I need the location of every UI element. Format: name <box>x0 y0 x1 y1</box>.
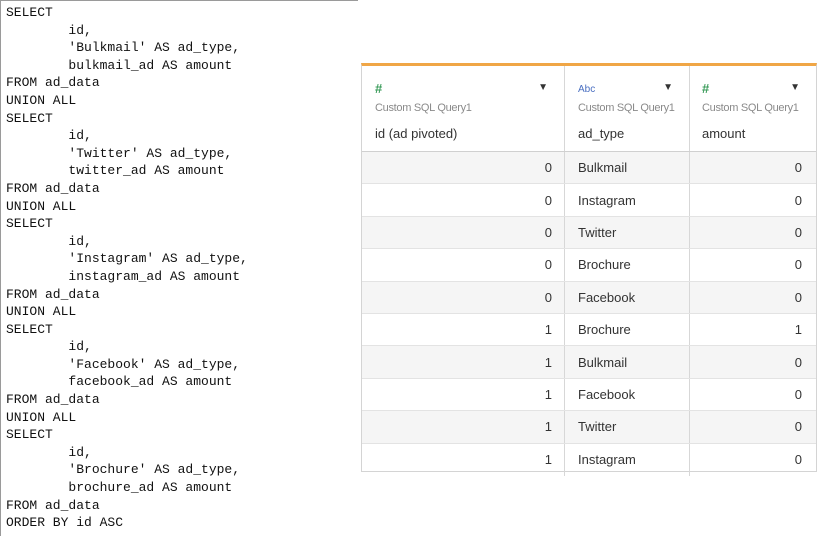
sql-line: instagram_ad AS amount <box>6 268 241 284</box>
dropdown-arrow-icon[interactable]: ▼ <box>790 82 800 93</box>
sql-line: bulkmail_ad AS amount <box>6 57 233 73</box>
sql-line: facebook_ad AS amount <box>6 374 233 390</box>
cell-ad-type: Twitter <box>565 411 690 443</box>
data-grid: # ▼ Custom SQL Query1 id (ad pivoted) Ab… <box>361 63 817 476</box>
cell-amount: 0 <box>794 160 802 176</box>
sql-line: FROM ad_data <box>6 497 100 513</box>
cell-id: 1 <box>362 411 565 443</box>
cell-amount: 0 <box>794 452 802 468</box>
sql-line: FROM ad_data <box>6 180 100 196</box>
grid-header: # ▼ Custom SQL Query1 id (ad pivoted) Ab… <box>362 66 816 152</box>
column-field-name: amount <box>702 126 746 141</box>
sql-line: id, <box>6 22 92 38</box>
cell-amount: 0 <box>794 354 802 370</box>
string-type-icon: Abc <box>578 84 596 95</box>
sql-line: FROM ad_data <box>6 392 100 408</box>
sql-line: 'Twitter' AS ad_type, <box>6 145 233 161</box>
cell-amount: 0 <box>794 386 802 402</box>
sql-line: 'Instagram' AS ad_type, <box>6 251 248 267</box>
cell-id: 0 <box>362 216 565 249</box>
cell-ad-type: Instagram <box>565 184 690 216</box>
table-row[interactable]: 1 Facebook 0 <box>362 378 816 412</box>
cell-id: 1 <box>362 443 565 476</box>
sql-code[interactable]: SELECT id, 'Bulkmail' AS ad_type, bulkma… <box>1 1 358 532</box>
cell-amount: 1 <box>794 322 802 338</box>
cell-amount: 0 <box>794 257 802 273</box>
table-row[interactable]: 0 Twitter 0 <box>362 216 816 250</box>
table-row[interactable]: 0 Bulkmail 0 <box>362 152 816 185</box>
table-row[interactable]: 1 Twitter 0 <box>362 411 816 444</box>
sql-line: id, <box>6 233 92 249</box>
cell-id: 1 <box>362 313 565 346</box>
cell-ad-type: Bulkmail <box>565 152 690 184</box>
column-header-id[interactable]: # ▼ Custom SQL Query1 id (ad pivoted) <box>362 66 565 151</box>
cell-amount: 0 <box>794 419 802 435</box>
sql-line: UNION ALL <box>6 198 77 214</box>
cell-id: 0 <box>362 281 565 313</box>
cell-ad-type: Facebook <box>565 378 690 411</box>
sql-line: FROM ad_data <box>6 286 100 302</box>
table-row[interactable]: 0 Instagram 0 <box>362 184 816 217</box>
table-row[interactable]: 0 Facebook 0 <box>362 281 816 314</box>
column-source-label: Custom SQL Query1 <box>702 102 799 114</box>
sql-line: id, <box>6 128 92 144</box>
sql-editor[interactable]: SELECT id, 'Bulkmail' AS ad_type, bulkma… <box>0 0 358 536</box>
sql-line: SELECT <box>6 5 53 20</box>
sql-line: SELECT <box>6 216 53 232</box>
cell-ad-type: Facebook <box>565 281 690 313</box>
sql-line: id, <box>6 444 92 460</box>
sql-line: SELECT <box>6 110 53 126</box>
cell-amount: 0 <box>794 289 802 305</box>
sql-line: SELECT <box>6 321 53 337</box>
column-source-label: Custom SQL Query1 <box>375 102 472 114</box>
cell-amount: 0 <box>794 224 802 240</box>
cell-ad-type: Instagram <box>565 443 690 476</box>
cell-id: 1 <box>362 346 565 378</box>
number-type-icon: # <box>702 81 710 96</box>
table-row[interactable]: 1 Brochure 1 <box>362 313 816 347</box>
sql-line: 'Facebook' AS ad_type, <box>6 356 241 372</box>
sql-line: brochure_ad AS amount <box>6 480 233 496</box>
sql-line: SELECT <box>6 427 53 443</box>
number-type-icon: # <box>375 81 383 96</box>
sql-line: ORDER BY id ASC <box>6 515 124 531</box>
sql-line: 'Bulkmail' AS ad_type, <box>6 40 241 56</box>
table-row[interactable]: 1 Bulkmail 0 <box>362 346 816 379</box>
sql-line: UNION ALL <box>6 409 77 425</box>
cell-ad-type: Brochure <box>565 249 690 281</box>
column-header-amount[interactable]: # ▼ Custom SQL Query1 amount <box>690 66 816 151</box>
dropdown-arrow-icon[interactable]: ▼ <box>538 82 548 93</box>
sql-line: UNION ALL <box>6 304 77 320</box>
column-source-label: Custom SQL Query1 <box>578 102 675 114</box>
sql-line: twitter_ad AS amount <box>6 163 225 179</box>
cell-ad-type: Brochure <box>565 313 690 346</box>
dropdown-arrow-icon[interactable]: ▼ <box>663 82 673 93</box>
cell-amount: 0 <box>794 192 802 208</box>
cell-id: 0 <box>362 184 565 216</box>
cell-id: 0 <box>362 152 565 184</box>
sql-line: 'Brochure' AS ad_type, <box>6 462 241 478</box>
cell-ad-type: Bulkmail <box>565 346 690 378</box>
cell-id: 0 <box>362 249 565 281</box>
sql-line: FROM ad_data <box>6 75 100 91</box>
grid-body: 0 Bulkmail 0 0 Instagram 0 0 Twitter 0 0 Brochure 0… <box>362 152 816 476</box>
column-field-name: id (ad pivoted) <box>375 126 458 141</box>
sql-line: id, <box>6 339 92 355</box>
table-row[interactable]: 0 Brochure 0 <box>362 249 816 282</box>
cell-ad-type: Twitter <box>565 216 690 249</box>
table-row[interactable]: 1 Instagram 0 <box>362 443 816 476</box>
column-header-ad-type[interactable]: Abc ▼ Custom SQL Query1 ad_type <box>565 66 690 151</box>
column-field-name: ad_type <box>578 126 625 141</box>
cell-id: 1 <box>362 378 565 411</box>
sql-line: UNION ALL <box>6 92 77 108</box>
